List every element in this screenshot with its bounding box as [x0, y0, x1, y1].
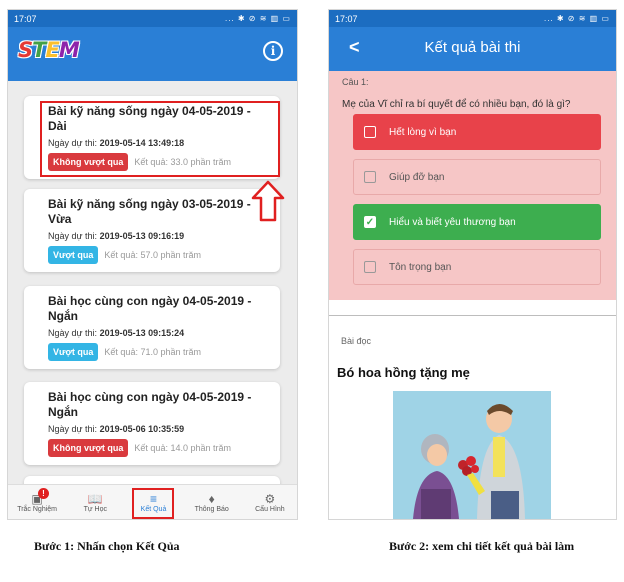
nav-label: Trắc Nghiệm — [17, 505, 57, 513]
status-time: 17:07 — [335, 13, 358, 24]
result-card[interactable]: Bài kỹ năng sống ngày 03-05-2019 - Vừa N… — [24, 189, 280, 272]
up-arrow-icon — [251, 180, 285, 222]
book-icon: 📖 — [87, 491, 103, 506]
nav-item-trac-nghiem[interactable]: ▣ ! Trắc Nghiệm — [8, 485, 66, 519]
result-date: Ngày dự thi: 2019-05-13 09:16:19 — [48, 231, 185, 241]
status-icons: ... ✱ ⊘ ≋ ▥ ▭ — [224, 14, 291, 23]
status-badge: Không vượt qua — [48, 153, 129, 171]
gear-icon: ⚙ — [264, 491, 276, 506]
illustration-graphic — [393, 391, 551, 519]
check-icon: ✓ — [364, 216, 376, 228]
status-badge: Không vượt qua — [48, 439, 129, 457]
status-badge: Vượt qua — [48, 246, 99, 264]
story-illustration — [393, 391, 551, 519]
result-score: Kết quả: 33.0 phần trăm — [134, 157, 231, 167]
phone-screen-results-list: 17:07 ... ✱ ⊘ ≋ ▥ ▭ S T E M i Bài kỹ năn… — [7, 9, 298, 520]
result-title: Bài kỹ năng sống ngày 03-05-2019 - Vừa — [48, 197, 251, 226]
app-header: S T E M i — [8, 27, 297, 81]
bell-icon: ♦ — [208, 491, 215, 506]
option-text: Hết lòng vì bạn — [389, 126, 457, 138]
result-title: Bài học cùng con ngày 04-05-2019 - Ngắn — [48, 390, 252, 419]
result-score: Kết quả: 71.0 phần trăm — [104, 347, 201, 357]
status-bar: 17:07 ... ✱ ⊘ ≋ ▥ ▭ — [329, 10, 616, 27]
checkbox-icon — [364, 126, 376, 138]
answer-option[interactable]: Giúp đỡ bạn — [353, 159, 601, 195]
bottom-nav: ▣ ! Trắc Nghiệm 📖 Tự Học ≡ Kết Quả ♦ Thô… — [8, 484, 297, 519]
stem-logo: S T E M — [18, 37, 80, 63]
result-date: Ngày dự thi: 2019-05-13 09:15:24 — [48, 328, 185, 338]
result-score: Kết quả: 14.0 phần trăm — [134, 443, 231, 453]
caption-step-2: Bước 2: xem chi tiết kết quả bài làm — [389, 539, 575, 553]
logo-letter: M — [58, 38, 80, 62]
nav-item-tu-hoc[interactable]: 📖 Tự Học — [66, 485, 124, 519]
result-card[interactable]: Bài học cùng con ngày 04-05-2019 - Ngắn … — [24, 286, 280, 369]
question-text: Mẹ của Vĩ chỉ ra bí quyết để có nhiều bạ… — [342, 99, 571, 110]
nav-item-ket-qua[interactable]: ≡ Kết Quả — [124, 485, 182, 519]
option-text: Hiểu và biết yêu thương bạn — [389, 216, 516, 228]
answer-option[interactable]: ✓ Hiểu và biết yêu thương bạn — [353, 204, 601, 240]
result-date: Ngày dự thi: 2019-05-06 10:35:59 — [48, 424, 185, 434]
detail-header: < Kết quả bài thi — [329, 27, 616, 71]
reading-label: Bài đọc — [341, 336, 372, 346]
result-title: Bài kỹ năng sống ngày 04-05-2019 - Dài — [48, 104, 251, 133]
logo-letter: T — [32, 38, 46, 62]
answer-option[interactable]: Tôn trọng bạn — [353, 249, 601, 285]
phone-screen-result-detail: 17:07 ... ✱ ⊘ ≋ ▥ ▭ < Kết quả bài thi Câ… — [328, 9, 617, 520]
nav-label: Thông Báo — [194, 505, 229, 513]
nav-label: Cấu Hình — [255, 505, 285, 513]
nav-item-thong-bao[interactable]: ♦ Thông Báo — [183, 485, 241, 519]
result-date: Ngày dự thi: 2019-05-14 13:49:18 — [48, 138, 185, 148]
checkbox-icon — [364, 261, 376, 273]
info-icon[interactable]: i — [263, 41, 283, 61]
notification-badge: ! — [38, 488, 49, 499]
option-text: Tôn trọng bạn — [389, 261, 452, 273]
result-card[interactable]: Bài học cùng con ngày 04-05-2019 - Ngắn … — [24, 382, 280, 465]
result-card[interactable]: Bài kỹ năng sống ngày 04-05-2019 - Dài N… — [24, 96, 280, 179]
divider — [329, 315, 616, 316]
result-title: Bài học cùng con ngày 04-05-2019 - Ngắn — [48, 294, 252, 323]
logo-letter: E — [45, 38, 59, 62]
story-title: Bó hoa hồng tặng mẹ — [337, 365, 470, 380]
result-score: Kết quả: 57.0 phần trăm — [104, 250, 201, 260]
logo-letter: S — [18, 38, 33, 62]
status-bar: 17:07 ... ✱ ⊘ ≋ ▥ ▭ — [8, 10, 297, 27]
checkbox-icon — [364, 171, 376, 183]
option-text: Giúp đỡ bạn — [389, 171, 445, 183]
page-title: Kết quả bài thi — [424, 39, 521, 56]
question-label: Câu 1: — [342, 77, 369, 87]
status-time: 17:07 — [14, 13, 37, 24]
nav-highlight-box — [132, 488, 175, 519]
nav-label: Tự Học — [83, 505, 107, 513]
nav-item-cau-hinh[interactable]: ⚙ Cấu Hình — [241, 485, 297, 519]
status-badge: Vượt qua — [48, 343, 99, 361]
answer-option[interactable]: Hết lòng vì bạn — [353, 114, 601, 150]
caption-step-1: Bước 1: Nhấn chọn Kết Qủa — [34, 539, 180, 553]
status-icons: ... ✱ ⊘ ≋ ▥ ▭ — [543, 14, 610, 23]
